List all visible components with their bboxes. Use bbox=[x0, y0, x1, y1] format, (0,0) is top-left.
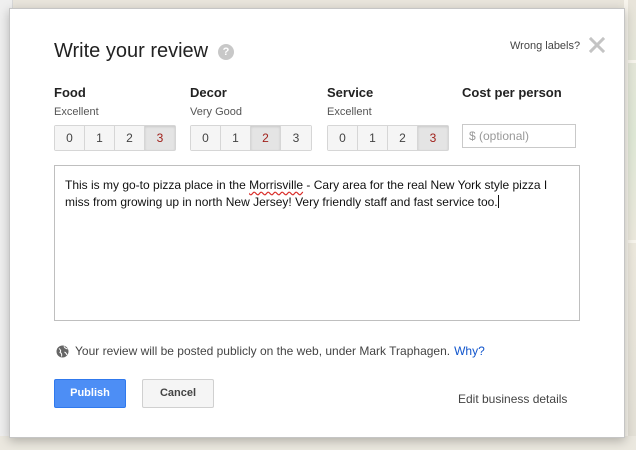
edit-business-details-link[interactable]: Edit business details bbox=[458, 392, 567, 406]
rating-group-food: Food Excellent 0 1 2 3 bbox=[54, 85, 176, 151]
publish-button[interactable]: Publish bbox=[54, 379, 126, 408]
decor-rating-label: Very Good bbox=[190, 106, 242, 118]
background-map-bottom bbox=[0, 436, 636, 450]
service-rating-2-button[interactable]: 2 bbox=[388, 126, 418, 150]
service-rating-1-button[interactable]: 1 bbox=[358, 126, 388, 150]
write-review-dialog: Write your review ? Wrong labels? Food E… bbox=[9, 8, 625, 438]
rating-group-service: Service Excellent 0 1 2 3 bbox=[327, 85, 449, 151]
food-rating-3-button[interactable]: 3 bbox=[145, 126, 175, 150]
cost-group: Cost per person bbox=[462, 85, 562, 100]
service-rating-selector: 0 1 2 3 bbox=[327, 125, 449, 151]
dialog-title: Write your review bbox=[54, 40, 209, 62]
decor-rating-selector: 0 1 2 3 bbox=[190, 125, 312, 151]
review-text-start: This is my go-to pizza place in the bbox=[65, 178, 250, 192]
food-rating-label: Excellent bbox=[54, 106, 99, 118]
food-rating-selector: 0 1 2 3 bbox=[54, 125, 176, 151]
decor-rating-2-button[interactable]: 2 bbox=[251, 126, 281, 150]
decor-rating-3-button[interactable]: 3 bbox=[281, 126, 311, 150]
notice-text: Your review will be posted publicly on t… bbox=[75, 344, 451, 358]
service-label: Service bbox=[327, 85, 374, 100]
service-rating-3-button[interactable]: 3 bbox=[418, 126, 448, 150]
question-icon[interactable]: ? bbox=[218, 44, 234, 60]
decor-label: Decor bbox=[190, 85, 227, 100]
cancel-button[interactable]: Cancel bbox=[142, 379, 214, 408]
service-rating-label: Excellent bbox=[327, 106, 372, 118]
decor-rating-0-button[interactable]: 0 bbox=[191, 126, 221, 150]
food-rating-0-button[interactable]: 0 bbox=[55, 126, 85, 150]
wrong-labels-link[interactable]: Wrong labels? bbox=[510, 40, 580, 52]
service-rating-0-button[interactable]: 0 bbox=[328, 126, 358, 150]
rating-group-decor: Decor Very Good 0 1 2 3 bbox=[190, 85, 312, 151]
review-textarea[interactable]: This is my go-to pizza place in the Morr… bbox=[54, 165, 580, 321]
close-icon[interactable] bbox=[589, 37, 605, 53]
public-notice: Your review will be posted publicly on t… bbox=[56, 344, 485, 358]
food-rating-1-button[interactable]: 1 bbox=[85, 126, 115, 150]
review-text-misspelled-word: Morrisville bbox=[249, 178, 304, 192]
text-cursor bbox=[497, 195, 499, 208]
food-rating-2-button[interactable]: 2 bbox=[115, 126, 145, 150]
food-label: Food bbox=[54, 85, 86, 100]
globe-icon bbox=[56, 345, 69, 357]
decor-rating-1-button[interactable]: 1 bbox=[221, 126, 251, 150]
cost-label: Cost per person bbox=[462, 85, 562, 100]
why-link[interactable]: Why? bbox=[454, 344, 485, 358]
cost-input[interactable]: $ (optional) bbox=[462, 124, 576, 148]
